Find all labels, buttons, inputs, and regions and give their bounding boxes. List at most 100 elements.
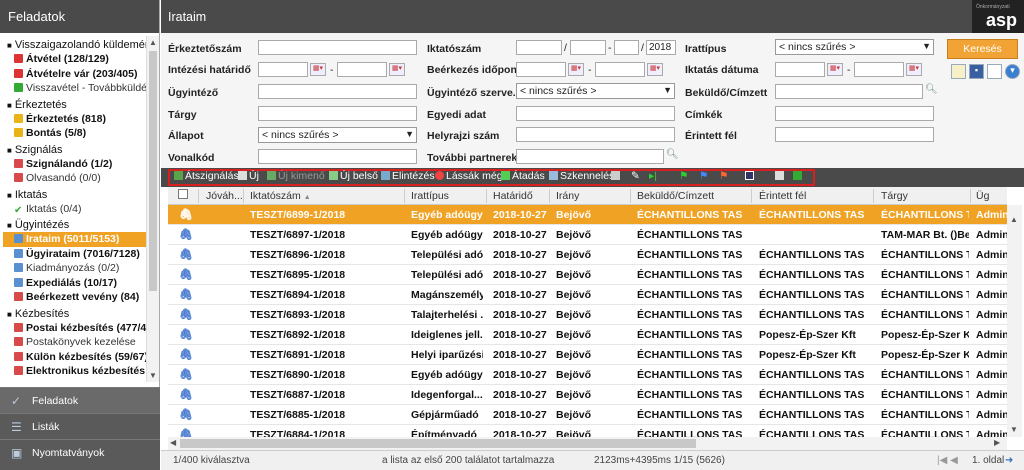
table-row[interactable]: 🖇︎ TESZT/6892-1/2018 Ideiglenes jell... 201… — [168, 325, 1007, 345]
save-icon[interactable]: ▪ — [969, 64, 984, 79]
iktatas-to-input[interactable] — [854, 62, 904, 77]
table-row[interactable]: 🖇︎ TESZT/6897-1/2018 Egyéb adóügy 2018-10-2… — [168, 225, 1007, 245]
sidebar-item[interactable]: Bontás (5/8) — [3, 126, 146, 141]
helyrajzi-szam-input[interactable] — [516, 127, 675, 142]
collapse-icon[interactable]: ■ — [7, 310, 12, 319]
col-irany[interactable]: Irány — [556, 190, 579, 202]
bekuldo-input[interactable] — [775, 84, 923, 99]
iktatoszam-sub-input[interactable] — [614, 40, 639, 55]
uj-belso-button[interactable]: Új belső — [329, 170, 378, 182]
scroll-left-icon[interactable]: ◀ — [170, 438, 176, 447]
sidebar-section-title[interactable]: ■ Iktatás — [3, 186, 146, 202]
egyedi-adat-input[interactable] — [516, 106, 675, 121]
hatarido-to-input[interactable] — [337, 62, 387, 77]
col-bekuldo[interactable]: Beküldő/Címzett — [637, 190, 714, 202]
attachment-icon[interactable]: 🖇︎ — [179, 208, 193, 221]
attachment-icon[interactable]: 🖇︎ — [179, 428, 193, 437]
flag-blue-icon[interactable]: ⚑ — [699, 170, 708, 182]
hatarido-from-input[interactable] — [258, 62, 308, 77]
excel-icon[interactable] — [793, 170, 804, 182]
grid-icon[interactable] — [611, 170, 622, 182]
sidebar-item[interactable]: Irataim (5011/5153) — [3, 232, 146, 247]
collapse-icon[interactable]: ■ — [7, 101, 12, 110]
iktatoszam-prefix-input[interactable] — [516, 40, 562, 55]
grid-horizontal-scrollbar[interactable]: ◀ ▶ — [168, 437, 1007, 450]
sidebar-item[interactable]: Olvasandó (0/0) — [3, 171, 146, 186]
calendar-icon[interactable]: ▦▾ — [906, 63, 922, 76]
table-row[interactable]: 🖇︎ TESZT/6893-1/2018 Talajterhelési ... 201… — [168, 305, 1007, 325]
sidebar-section-title[interactable]: ■ Szignálás — [3, 141, 146, 157]
word-icon[interactable] — [745, 170, 756, 182]
scrollbar-thumb[interactable] — [149, 51, 157, 291]
sidebar-item[interactable]: Postakönyvek kezelése — [3, 335, 146, 350]
col-iktatoszam[interactable]: Iktatószám ▲ — [250, 190, 311, 202]
col-erintett-fel[interactable]: Érintett fél — [759, 190, 806, 202]
attachment-icon[interactable]: 🖇︎ — [179, 228, 193, 241]
attachment-icon[interactable]: 🖇︎ — [179, 408, 193, 421]
attach-icon[interactable]: ✎ — [631, 170, 640, 182]
sidebar-item[interactable]: Szignálandó (1/2) — [3, 157, 146, 172]
iktatas-from-input[interactable] — [775, 62, 825, 77]
calendar-icon[interactable]: ▦▾ — [568, 63, 584, 76]
elintezes-button[interactable]: Elintézés — [381, 170, 435, 182]
select-all-checkbox[interactable] — [178, 189, 188, 199]
attachment-icon[interactable]: 🖇︎ — [179, 308, 193, 321]
table-row[interactable]: 🖇︎ TESZT/6894-1/2018 Magánszemély... 2018-1… — [168, 285, 1007, 305]
beerkezes-to-input[interactable] — [595, 62, 645, 77]
collapse-icon[interactable]: ■ — [7, 146, 12, 155]
flag-green-icon[interactable]: ⚑ — [679, 170, 688, 182]
sidebar-section-title[interactable]: ■ Kézbesítés — [3, 305, 146, 321]
attachment-icon[interactable]: 🖇︎ — [179, 328, 193, 341]
first-page-icon[interactable]: |◀ ◀ — [937, 455, 958, 466]
sidebar-item[interactable]: Postai kézbesítés (477/494) — [3, 321, 146, 336]
table-row[interactable]: 🖇︎ TESZT/6891-1/2018 Helyi iparűzési... 201… — [168, 345, 1007, 365]
szkenneles-button[interactable]: Szkennelés — [549, 170, 614, 182]
scrollbar-thumb[interactable] — [180, 439, 696, 448]
sidebar-section-title[interactable]: ■ Érkeztetés — [3, 96, 146, 112]
iktatoszam-number-input[interactable] — [570, 40, 606, 55]
flag-red-icon[interactable]: ⚑ — [719, 170, 728, 182]
sidebar-item[interactable]: Átvételre vár (203/405) — [3, 67, 146, 82]
erintett-fel-input[interactable] — [775, 127, 934, 142]
attachment-icon[interactable]: 🖇︎ — [179, 348, 193, 361]
table-row[interactable]: 🖇︎ TESZT/6885-1/2018 Gépjárműadó 2018-10-27… — [168, 405, 1007, 425]
sidebar-item[interactable]: Elektronikus kézbesítés (11/ — [3, 364, 146, 379]
scroll-up-icon[interactable]: ▲ — [1010, 215, 1018, 224]
attachment-icon[interactable]: 🖇︎ — [179, 248, 193, 261]
folder-icon[interactable] — [951, 64, 966, 79]
calendar-icon[interactable]: ▦▾ — [827, 63, 843, 76]
sidebar-item[interactable]: Beérkezett vevény (84) — [3, 290, 146, 305]
sidebar-item[interactable]: Expediálás (10/17) — [3, 276, 146, 291]
col-irattipus[interactable]: Irattípus — [411, 190, 449, 202]
search-button[interactable]: Keresés — [947, 39, 1018, 59]
ugyintezo-szerv-select[interactable]: < nincs szűrés > ▼ — [516, 83, 675, 99]
collapse-icon[interactable]: ■ — [7, 221, 12, 230]
sidebar-item[interactable]: Ügyirataim (7016/7128) — [3, 247, 146, 262]
cimkek-input[interactable] — [775, 106, 934, 121]
table-row[interactable]: 🖇︎ TESZT/6884-1/2018 Építményadó 2018-10-27… — [168, 425, 1007, 437]
chevron-down-icon[interactable]: ▾ — [1005, 64, 1020, 79]
targy-input[interactable] — [258, 106, 417, 121]
tovabbi-partnerek-input[interactable] — [516, 149, 664, 164]
col-jovahagyas[interactable]: Jóváh... — [206, 190, 243, 202]
col-targy[interactable]: Tárgy — [881, 190, 908, 202]
col-hatarido[interactable]: Határidő — [493, 190, 533, 202]
allapot-select[interactable]: < nincs szűrés > ▼ — [258, 127, 417, 143]
nav-nyomtatvanyok-button[interactable]: ▣ Nyomtatványok — [0, 439, 160, 470]
sidebar-section-title[interactable]: ■Visszaigazolandó küldemények — [3, 36, 146, 52]
col-ugyintezo[interactable]: Üg — [976, 190, 989, 202]
print-icon[interactable] — [775, 170, 786, 182]
attachment-icon[interactable]: 🖇︎ — [179, 368, 193, 381]
ugyintezo-input[interactable] — [258, 84, 417, 99]
sidebar-item[interactable]: Érkeztetés (818) — [3, 112, 146, 127]
lassak-meg-button[interactable]: Lássák még — [435, 170, 503, 182]
attachment-icon[interactable]: 🖇︎ — [179, 388, 193, 401]
scroll-right-icon[interactable]: ▶ — [994, 438, 1000, 447]
beerkezes-from-input[interactable] — [516, 62, 566, 77]
attachment-icon[interactable]: 🖇︎ — [179, 288, 193, 301]
calendar-icon[interactable]: ▦▾ — [647, 63, 663, 76]
collapse-icon[interactable]: ■ — [7, 191, 12, 200]
atszignalas-button[interactable]: Átszignálás — [174, 170, 239, 182]
sidebar-item[interactable]: Átvétel (128/129) — [3, 52, 146, 67]
irattipus-select[interactable]: < nincs szűrés > ▼ — [775, 39, 934, 55]
